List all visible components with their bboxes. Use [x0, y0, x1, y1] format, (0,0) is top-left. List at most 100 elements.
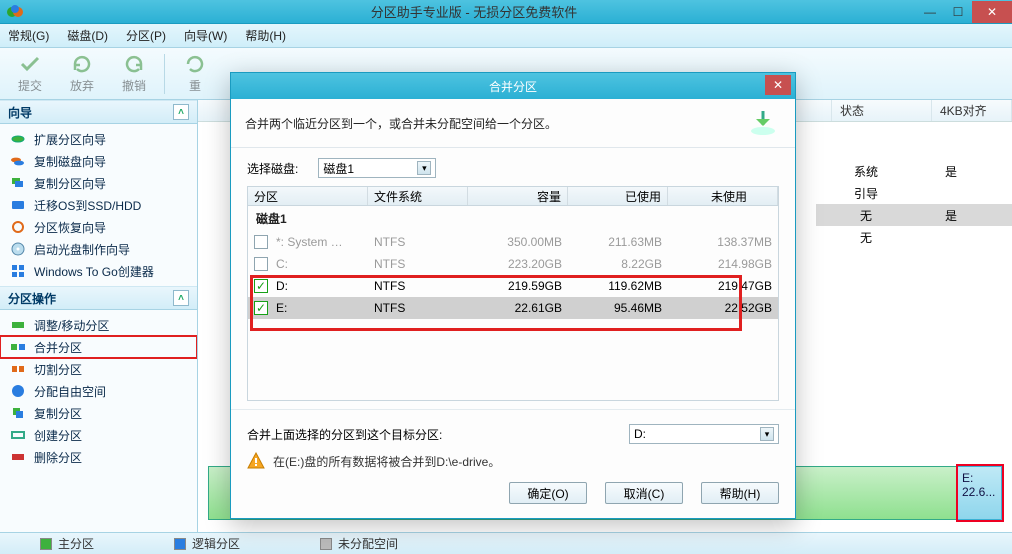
toolbar-discard-label: 放弃: [70, 77, 94, 94]
wizard-copy-disk-label: 复制磁盘向导: [34, 153, 106, 170]
wizard-list: 扩展分区向导 复制磁盘向导 复制分区向导 迁移OS到SSD/HDD 分区恢复向导…: [0, 124, 197, 286]
legend-unalloc: 未分配空间: [320, 535, 398, 552]
menu-disk[interactable]: 磁盘(D): [67, 27, 108, 44]
ok-button[interactable]: 确定(O): [509, 482, 587, 504]
dialog-header: 合并两个临近分区到一个，或合并未分配空间给一个分区。: [231, 99, 795, 148]
wizard-panel-header[interactable]: 向导 ˄: [0, 100, 197, 124]
op-merge[interactable]: 合并分区: [0, 336, 197, 358]
disk-e-letter: E:: [962, 471, 973, 485]
toolbar-commit[interactable]: 提交: [4, 50, 56, 98]
collapse-icon[interactable]: ˄: [173, 104, 189, 120]
part-fs: NTFS: [368, 235, 468, 249]
select-disk-label: 选择磁盘:: [247, 160, 298, 177]
checkbox[interactable]: ✓: [254, 279, 268, 293]
sidebar: 向导 ˄ 扩展分区向导 复制磁盘向导 复制分区向导 迁移OS到SSD/HDD 分…: [0, 100, 198, 532]
menu-partition[interactable]: 分区(P): [126, 27, 166, 44]
menu-wizard[interactable]: 向导(W): [184, 27, 227, 44]
wizard-extend[interactable]: 扩展分区向导: [0, 128, 197, 150]
status-bar: 主分区 逻辑分区 未分配空间: [0, 532, 1012, 554]
part-cap: 223.20GB: [468, 257, 568, 271]
ssd-icon: [10, 197, 26, 213]
col-used[interactable]: 已使用: [568, 187, 668, 205]
op-resize[interactable]: 调整/移动分区: [0, 314, 197, 336]
partition-grid-rows: 系统是 引导 无是 无: [816, 160, 1012, 248]
chevron-down-icon: ▾: [760, 427, 774, 441]
dialog-titlebar[interactable]: 合并分区 ✕: [231, 73, 795, 99]
swatch-icon: [40, 538, 52, 550]
op-create-label: 创建分区: [34, 427, 82, 444]
partition-row[interactable]: ✓D: NTFS 219.59GB 119.62MB 219.47GB: [248, 275, 778, 297]
delete-icon: [10, 449, 26, 465]
partition-row[interactable]: ✓E: NTFS 22.61GB 95.46MB 22.52GB: [248, 297, 778, 319]
menu-help[interactable]: 帮助(H): [245, 27, 286, 44]
partition-row[interactable]: C: NTFS 223.20GB 8.22GB 214.98GB: [248, 253, 778, 275]
op-delete[interactable]: 删除分区: [0, 446, 197, 468]
wizard-bootdisk[interactable]: 启动光盘制作向导: [0, 238, 197, 260]
op-delete-label: 删除分区: [34, 449, 82, 466]
part-fs: NTFS: [368, 257, 468, 271]
part-free: 22.52GB: [668, 301, 778, 315]
col-4kb[interactable]: 4KB对齐: [932, 100, 1012, 121]
disk-segment-e[interactable]: E:22.6...: [958, 466, 1002, 520]
help-button[interactable]: 帮助(H): [701, 482, 779, 504]
toolbar-discard[interactable]: 放弃: [56, 50, 108, 98]
wizard-copy-disk[interactable]: 复制磁盘向导: [0, 150, 197, 172]
col-capacity[interactable]: 容量: [468, 187, 568, 205]
part-name: C:: [276, 257, 288, 271]
table-row[interactable]: 系统是: [816, 160, 1012, 182]
disk-select[interactable]: 磁盘1 ▾: [318, 158, 436, 178]
partition-row[interactable]: *: System … NTFS 350.00MB 211.63MB 138.3…: [248, 231, 778, 253]
part-free: 214.98GB: [668, 257, 778, 271]
refresh-icon: [71, 53, 93, 75]
disk-e-size: 22.6...: [962, 485, 995, 499]
collapse-icon[interactable]: ˄: [173, 290, 189, 306]
wizard-migrate-os[interactable]: 迁移OS到SSD/HDD: [0, 194, 197, 216]
disk-group-label: 磁盘1: [248, 206, 778, 231]
warning-icon: [247, 452, 265, 470]
col-filesystem[interactable]: 文件系统: [368, 187, 468, 205]
wizard-recovery-label: 分区恢复向导: [34, 219, 106, 236]
table-row[interactable]: 无是: [816, 204, 1012, 226]
checkbox[interactable]: [254, 235, 268, 249]
maximize-button[interactable]: ☐: [944, 1, 972, 23]
wizard-wtg[interactable]: Windows To Go创建器: [0, 260, 197, 282]
toolbar-undo[interactable]: 撤销: [108, 50, 160, 98]
op-split[interactable]: 切割分区: [0, 358, 197, 380]
toolbar-redo[interactable]: 重: [169, 50, 221, 98]
table-row[interactable]: 引导: [816, 182, 1012, 204]
redo-icon: [184, 53, 206, 75]
toolbar-redo-label: 重: [189, 77, 201, 94]
op-allocate[interactable]: 分配自由空间: [0, 380, 197, 402]
op-copy[interactable]: 复制分区: [0, 402, 197, 424]
wizard-recovery[interactable]: 分区恢复向导: [0, 216, 197, 238]
ops-panel-header[interactable]: 分区操作 ˄: [0, 286, 197, 310]
copy-part-icon: [10, 175, 26, 191]
part-name: D:: [276, 279, 288, 293]
checkbox[interactable]: ✓: [254, 301, 268, 315]
op-resize-label: 调整/移动分区: [34, 317, 109, 334]
dialog-target-section: 合并上面选择的分区到这个目标分区: D: ▾ 在(E:)盘的所有数据将被合并到D…: [231, 409, 795, 474]
menu-general[interactable]: 常规(G): [8, 27, 49, 44]
part-cap: 219.59GB: [468, 279, 568, 293]
wizard-panel-title: 向导: [8, 104, 32, 121]
wizard-copy-partition[interactable]: 复制分区向导: [0, 172, 197, 194]
swatch-icon: [174, 538, 186, 550]
col-state[interactable]: 状态: [832, 100, 932, 121]
close-window-button[interactable]: ✕: [972, 1, 1012, 23]
op-create[interactable]: 创建分区: [0, 424, 197, 446]
table-row[interactable]: 无: [816, 226, 1012, 248]
dialog-close-button[interactable]: ✕: [765, 75, 791, 95]
checkbox[interactable]: [254, 257, 268, 271]
part-fs: NTFS: [368, 301, 468, 315]
toolbar-commit-label: 提交: [18, 77, 42, 94]
col-free[interactable]: 未使用: [668, 187, 778, 205]
minimize-button[interactable]: —: [916, 1, 944, 23]
recover-icon: [10, 219, 26, 235]
split-icon: [10, 361, 26, 377]
col-partition[interactable]: 分区: [248, 187, 368, 205]
swatch-icon: [320, 538, 332, 550]
cancel-button[interactable]: 取消(C): [605, 482, 683, 504]
op-copy-label: 复制分区: [34, 405, 82, 422]
warning-text: 在(E:)盘的所有数据将被合并到D:\e-drive。: [273, 453, 500, 470]
target-select[interactable]: D: ▾: [629, 424, 779, 444]
